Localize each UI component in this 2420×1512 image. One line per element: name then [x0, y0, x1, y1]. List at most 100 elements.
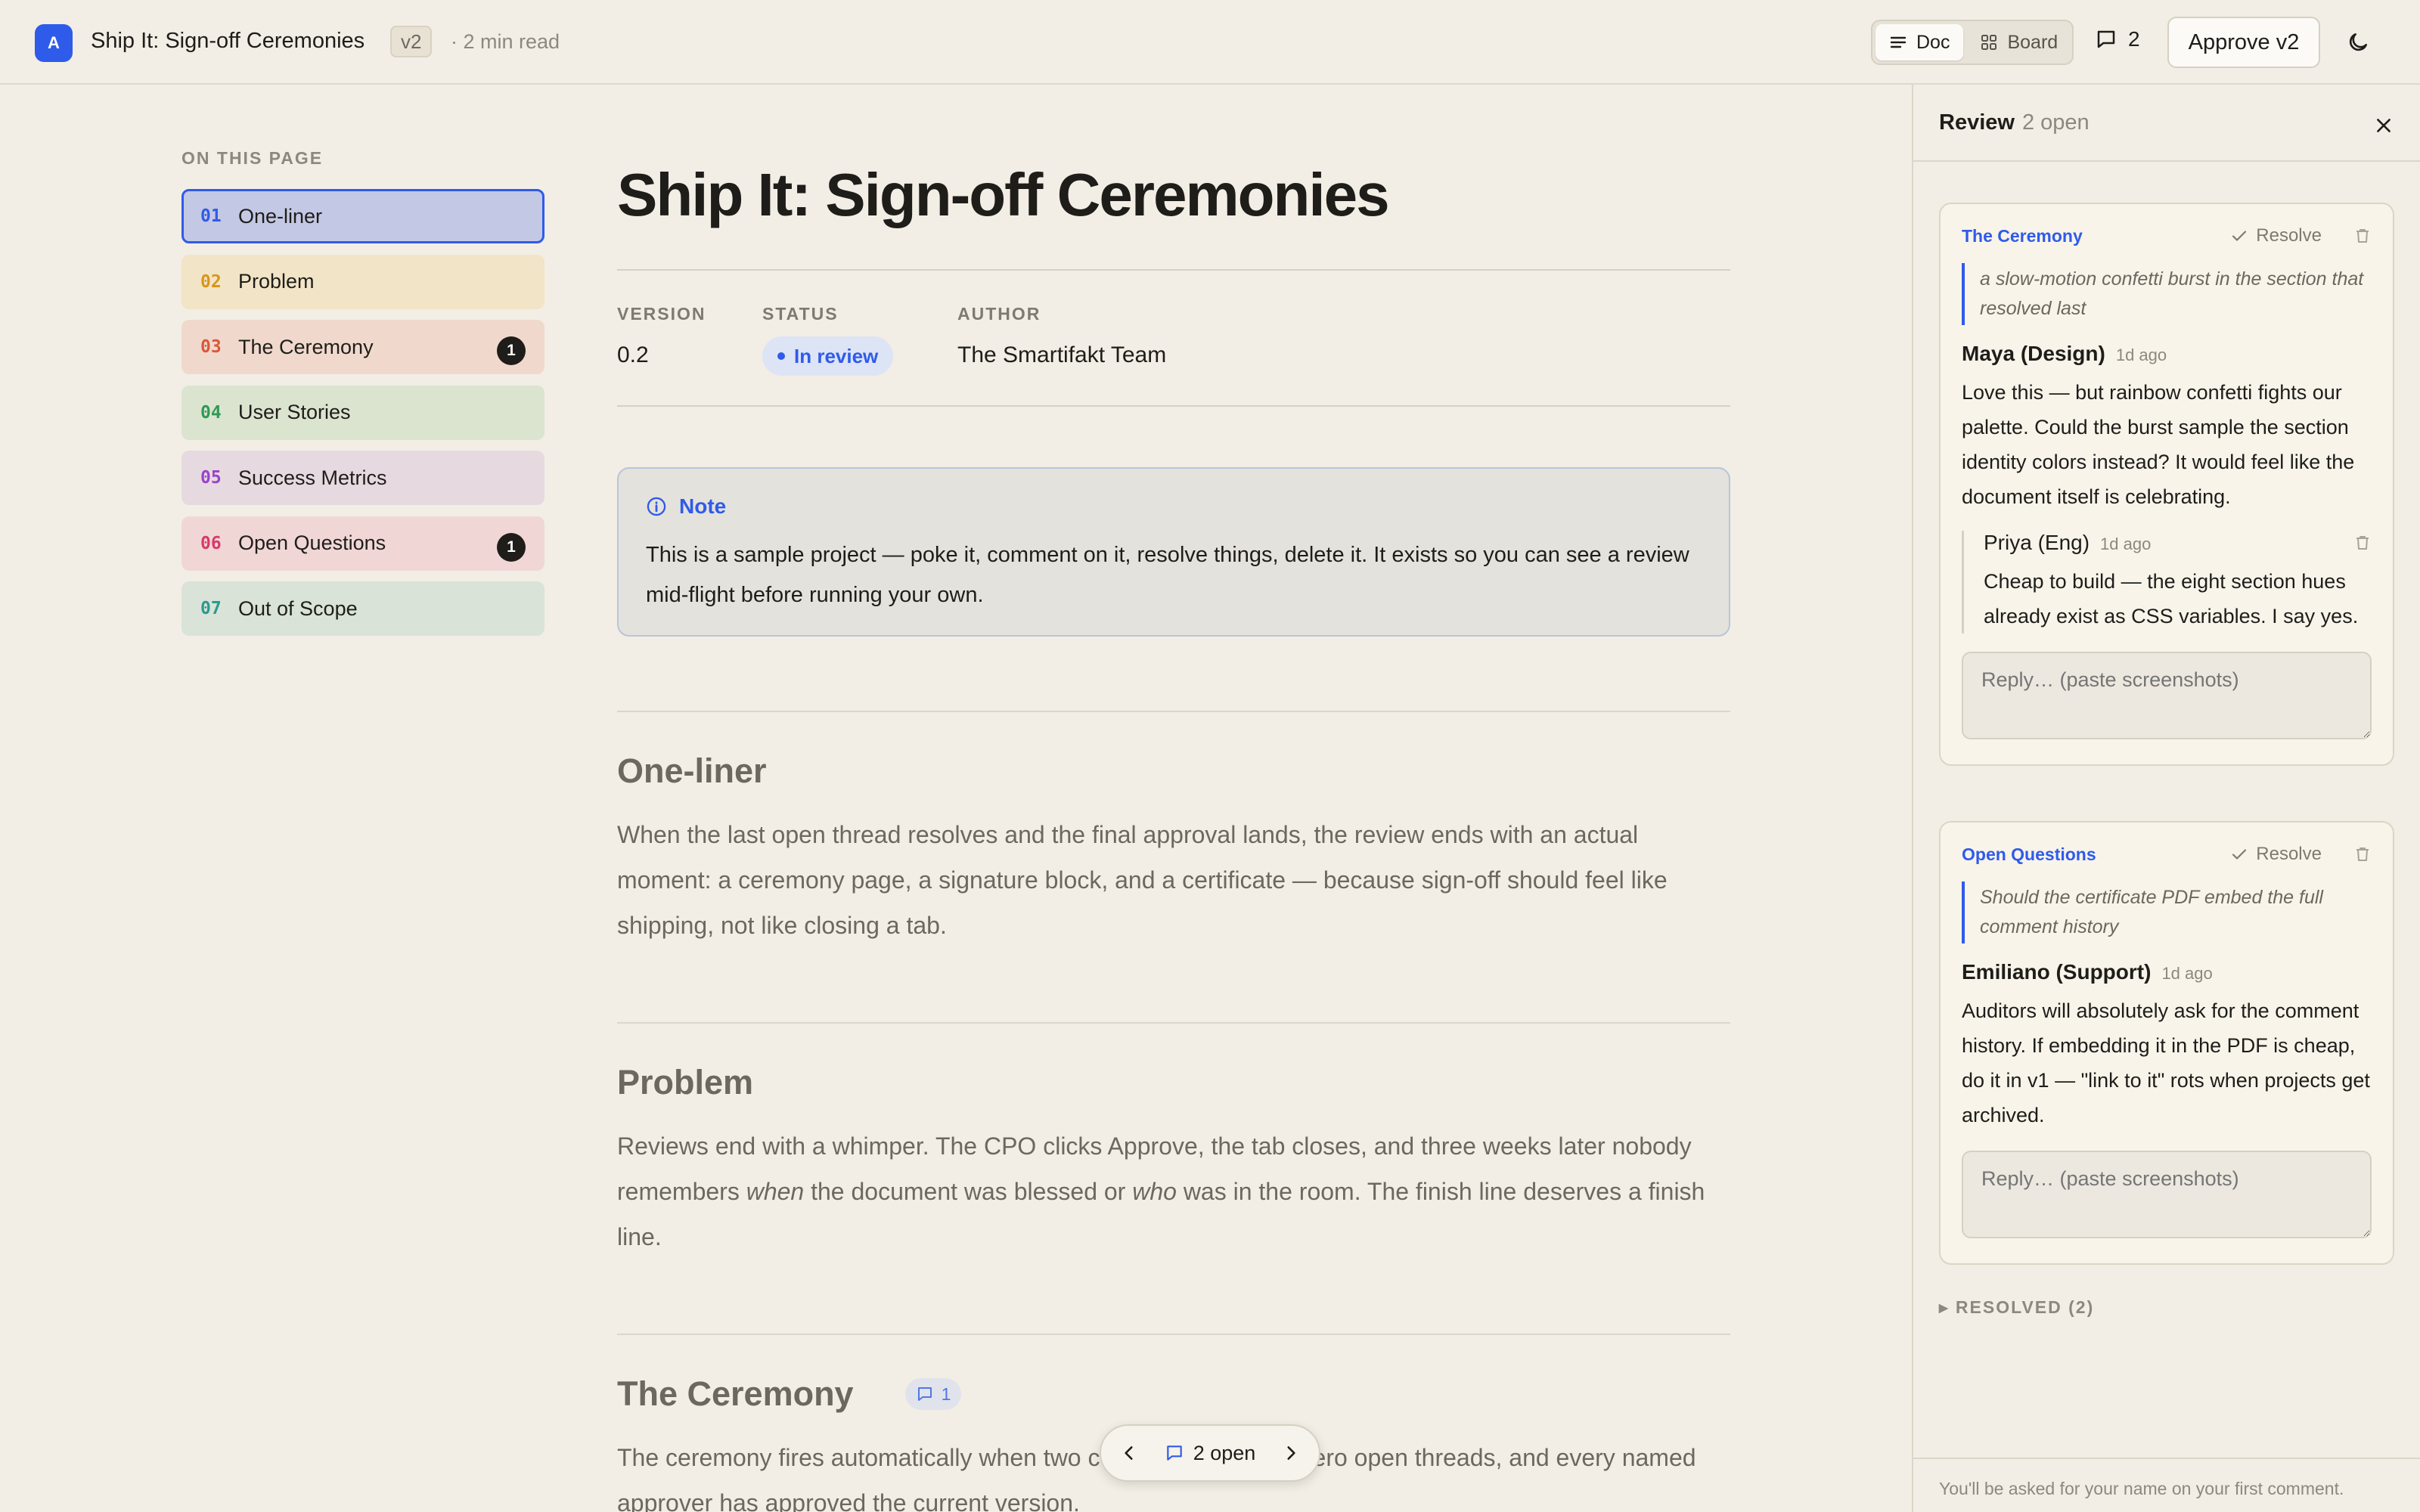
section-body: When the last open thread resolves and t…	[617, 821, 1668, 939]
list-icon	[1889, 33, 1907, 51]
body-text: the document was blessed or	[804, 1178, 1133, 1205]
meta-status-label: STATUS	[762, 304, 839, 324]
meta-status: STATUS In review	[762, 304, 894, 376]
doc-view-button[interactable]: Doc	[1876, 24, 1964, 60]
toc-item-number: 04	[200, 402, 222, 423]
toc-item-one-liner[interactable]: 01 One-liner	[182, 189, 544, 243]
section-title-text: The Ceremony	[617, 1374, 854, 1413]
board-view-button[interactable]: Board	[1966, 24, 2071, 60]
comment-author: Maya (Design)	[1962, 342, 2105, 365]
meta-author-label: AUTHOR	[957, 304, 1041, 324]
comment-count-badge: 1	[497, 532, 526, 562]
toc-item-number: 06	[200, 533, 222, 553]
section-title: The Ceremony 1	[617, 1374, 1730, 1414]
comments-toggle-button[interactable]: 2	[2095, 27, 2140, 51]
status-dot-icon	[777, 352, 785, 360]
dark-mode-toggle[interactable]	[2343, 27, 2373, 57]
thread-section-link[interactable]: Open Questions	[1962, 844, 2096, 865]
reply-input[interactable]	[1962, 1151, 2372, 1238]
close-icon	[2374, 116, 2394, 135]
status-text: In review	[794, 344, 879, 367]
open-count: 2 open	[2021, 110, 2090, 135]
toc-item-open-questions[interactable]: 06 Open Questions 1	[182, 516, 544, 571]
top-bar: A Ship It: Sign-off Ceremonies v2 · 2 mi…	[0, 0, 2420, 85]
chevron-left-icon[interactable]	[1119, 1443, 1139, 1463]
check-icon	[2230, 227, 2248, 245]
section-body: Reviews end with a whimper. The CPO clic…	[617, 1123, 1730, 1259]
read-time: · 2 min read	[451, 30, 560, 53]
open-threads-indicator[interactable]: 2 open	[1165, 1441, 1256, 1465]
comment-time: 1d ago	[2161, 964, 2213, 983]
resolved-threads-toggle[interactable]: ▸ RESOLVED (2)	[1939, 1297, 2094, 1318]
review-footer-hint: You'll be asked for your name on your fi…	[1913, 1458, 2420, 1512]
comment-icon	[1165, 1443, 1184, 1463]
approve-button[interactable]: Approve v2	[2167, 17, 2320, 68]
meta-version-value: 0.2	[617, 342, 649, 367]
toc-item-label: The Ceremony	[238, 335, 374, 358]
info-icon	[646, 496, 667, 517]
note-header: Note	[646, 494, 1702, 519]
toc-item-number: 07	[200, 599, 222, 618]
comment-text: Auditors will absolutely ask for the com…	[1962, 999, 2370, 1126]
section-title-text: One-liner	[617, 751, 767, 790]
toc-item-success-metrics[interactable]: 05 Success Metrics	[182, 451, 544, 505]
section-comment-count: 1	[941, 1383, 951, 1404]
thread-header: Open Questions Resolve	[1962, 844, 2372, 865]
comment-count-badge: 1	[497, 336, 526, 365]
section-one-liner: One-liner When the last open thread reso…	[617, 711, 1730, 948]
resolve-label: Resolve	[2256, 225, 2322, 246]
toc-item-label: User Stories	[238, 401, 351, 423]
toc-list: 01 One-liner 02 Problem 03 The Ceremony …	[182, 189, 544, 647]
comment-author: Priya (Eng)	[1984, 531, 2090, 554]
toc-item-the-ceremony[interactable]: 03 The Ceremony 1	[182, 320, 544, 374]
trash-icon[interactable]	[2353, 845, 2372, 863]
thread-pager: 2 open	[1100, 1424, 1320, 1482]
toc-item-problem[interactable]: 02 Problem	[182, 254, 544, 309]
meta-version-label: VERSION	[617, 304, 706, 324]
section-title-text: Problem	[617, 1063, 754, 1101]
comment-header: Priya (Eng) 1d ago	[1984, 531, 2372, 555]
toc-item-number: 05	[200, 468, 222, 488]
toc-item-label: One-liner	[238, 204, 323, 228]
thread-section-link[interactable]: The Ceremony	[1962, 226, 2083, 246]
comment-header: Maya (Design) 1d ago	[1962, 342, 2372, 366]
section-comment-badge[interactable]: 1	[904, 1378, 962, 1410]
reply-input[interactable]	[1962, 652, 2372, 739]
version-badge: v2	[390, 26, 433, 57]
toc-item-label: Open Questions	[238, 531, 386, 554]
divider	[1913, 160, 2420, 162]
section-title: One-liner	[617, 751, 1730, 791]
chevron-right-icon[interactable]	[1281, 1443, 1301, 1463]
toc-item-out-of-scope[interactable]: 07 Out of Scope	[182, 581, 544, 636]
thread-header: The Ceremony Resolve	[1962, 225, 2372, 246]
section-title: Problem	[617, 1063, 1730, 1102]
page-title: Ship It: Sign-off Ceremonies	[617, 161, 1390, 228]
quoted-text: Should the certificate PDF embed the ful…	[1962, 881, 2372, 943]
app-logo[interactable]: A	[35, 24, 73, 62]
toc-item-number: 02	[200, 271, 222, 292]
toc-heading: ON THIS PAGE	[182, 148, 324, 168]
toc-item-label: Problem	[238, 270, 315, 293]
trash-icon[interactable]	[2353, 534, 2372, 552]
trash-icon[interactable]	[2353, 227, 2372, 245]
meta-version: VERSION 0.2	[617, 304, 706, 368]
toc-item-number: 01	[200, 206, 222, 226]
toc-item-user-stories[interactable]: 04 User Stories	[182, 385, 544, 440]
close-review-button[interactable]	[2370, 112, 2397, 139]
review-panel-header: Review 2 open	[1939, 110, 2090, 135]
toc-item-label: Out of Scope	[238, 596, 358, 620]
open-threads-label: 2 open	[1193, 1441, 1256, 1464]
resolve-label: Resolve	[2256, 844, 2322, 864]
resolve-button[interactable]: Resolve	[2230, 225, 2322, 246]
comment-header: Emiliano (Support) 1d ago	[1962, 960, 2372, 984]
comment-thread: The Ceremony Resolve a slow-motion confe…	[1939, 203, 2394, 766]
resolve-button[interactable]: Resolve	[2230, 844, 2322, 865]
thread-actions: Resolve	[2230, 225, 2372, 246]
comment-time: 1d ago	[2115, 345, 2167, 364]
document-title: Ship It: Sign-off Ceremonies	[91, 29, 365, 53]
doc-view-label: Doc	[1916, 31, 1950, 53]
meta-author: AUTHOR The Smartifakt Team	[957, 304, 1166, 368]
toc-item-label: Success Metrics	[238, 466, 387, 489]
status-badge: In review	[762, 336, 894, 376]
comment-text: Cheap to build — the eight section hues …	[1984, 570, 2359, 627]
